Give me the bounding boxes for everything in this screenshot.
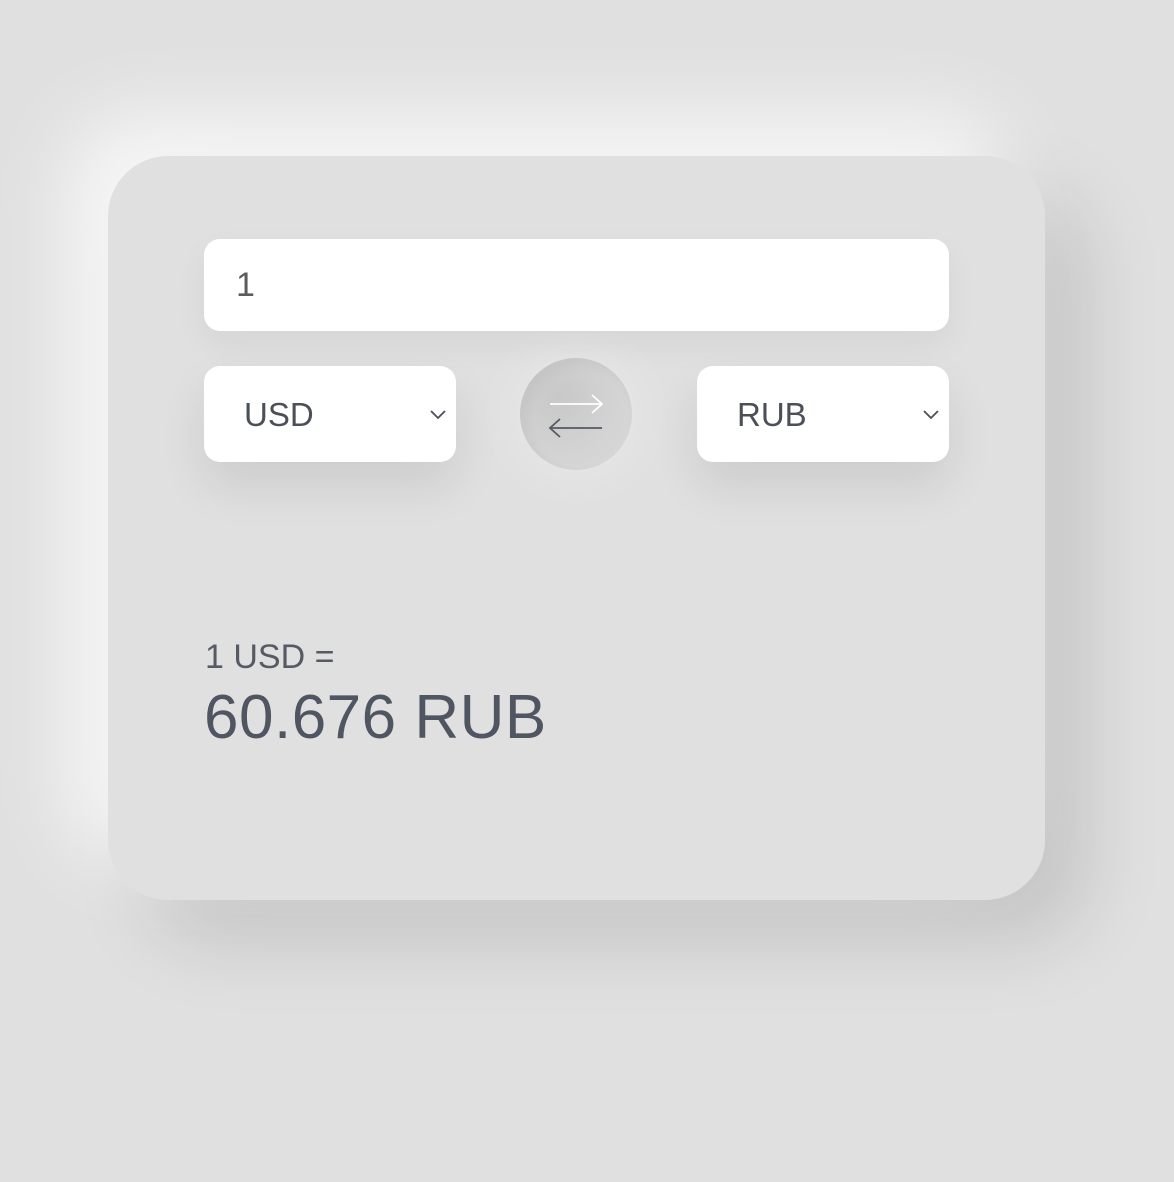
- to-currency-value: RUB: [737, 395, 807, 433]
- from-currency-value: USD: [244, 395, 314, 433]
- chevron-down-icon: [430, 410, 446, 420]
- converter-card: USD RUB 1 USD = 60.676 RUB: [108, 156, 1045, 900]
- chevron-down-icon: [923, 410, 939, 420]
- amount-input[interactable]: [204, 239, 949, 331]
- swap-currencies-button[interactable]: [520, 358, 632, 470]
- rate-label: 1 USD =: [205, 638, 335, 676]
- converted-rate-value: 60.676 RUB: [204, 683, 547, 752]
- from-currency-select[interactable]: USD: [204, 366, 456, 462]
- swap-arrows-icon: [548, 394, 604, 438]
- to-currency-select[interactable]: RUB: [697, 366, 949, 462]
